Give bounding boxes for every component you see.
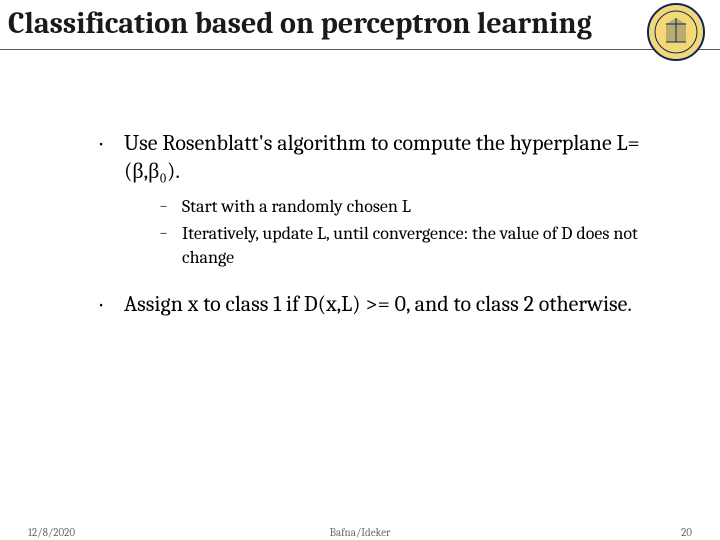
slide-title: Classification based on perceptron learn… — [8, 6, 702, 41]
sub-bullet-item: Start with a randomly chosen L — [160, 195, 640, 218]
bullet-item: Use Rosenblatt's algorithm to compute th… — [98, 130, 640, 269]
sub-bullet-item: Iteratively, update L, until convergence… — [160, 222, 640, 269]
content-area: Use Rosenblatt's algorithm to compute th… — [0, 50, 720, 319]
slide: Classification based on perceptron learn… — [0, 0, 720, 540]
bullet-item: Assign x to class 1 if D(x,L) >= 0, and … — [98, 291, 640, 319]
footer-page-number: 20 — [681, 526, 692, 539]
bullet-text: Use Rosenblatt's algorithm to compute th… — [124, 130, 640, 184]
footer-author: Bafna/Ideker — [0, 526, 720, 539]
sub-bullet-text: Iteratively, update L, until convergence… — [182, 223, 638, 267]
sub-bullet-list: Start with a randomly chosen L Iterative… — [160, 195, 640, 269]
sub-bullet-text: Start with a randomly chosen L — [182, 196, 411, 217]
ucsd-seal-icon — [646, 2, 706, 62]
bullet-list: Use Rosenblatt's algorithm to compute th… — [98, 130, 640, 319]
bullet-text: Assign x to class 1 if D(x,L) >= 0, and … — [124, 291, 632, 317]
title-bar: Classification based on perceptron learn… — [0, 0, 720, 50]
